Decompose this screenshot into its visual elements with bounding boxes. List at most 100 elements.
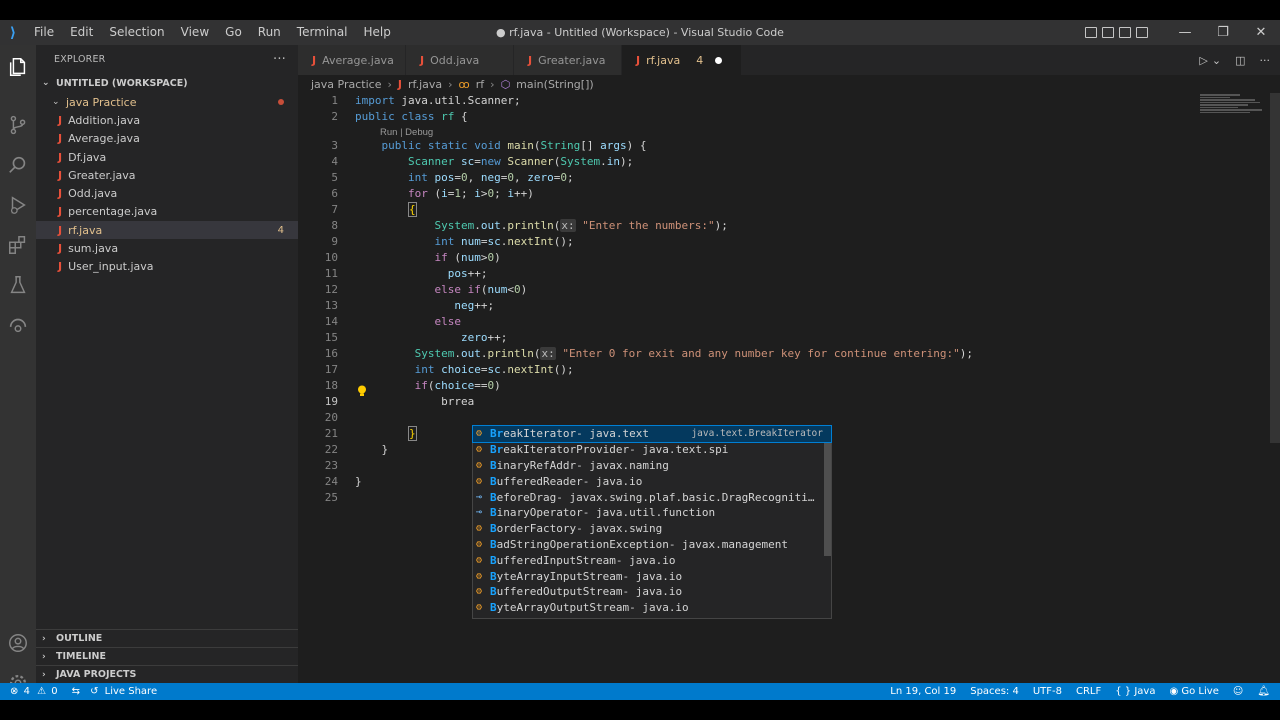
- encoding[interactable]: UTF-8: [1033, 686, 1062, 697]
- section-timeline[interactable]: › TIMELINE: [36, 647, 298, 665]
- problems-status[interactable]: ⊗ 4 ⚠ 0: [10, 686, 58, 697]
- breadcrumb-method[interactable]: main(String[]): [516, 78, 593, 91]
- menu-view[interactable]: View: [173, 20, 217, 45]
- language-mode[interactable]: { } Java: [1115, 686, 1155, 697]
- run-icon[interactable]: ▷: [1199, 54, 1207, 67]
- editor-tab[interactable]: J Average.java: [298, 45, 406, 75]
- source-control-icon[interactable]: [6, 113, 30, 137]
- java-file-icon: J: [58, 168, 63, 182]
- suggestion-item[interactable]: ⚙ BadStringOperationException - javax.man…: [473, 537, 831, 553]
- suggestion-detail: java.text.BreakIterator: [691, 428, 823, 440]
- split-editor-icon[interactable]: ◫: [1235, 54, 1245, 67]
- folder-java-practice[interactable]: ⌄ java Practice: [36, 93, 298, 111]
- explorer-icon[interactable]: [6, 55, 30, 79]
- menu-file[interactable]: File: [26, 20, 62, 45]
- extensions-icon[interactable]: [6, 233, 30, 257]
- editor-tab[interactable]: J Greater.java: [514, 45, 622, 75]
- menu-help[interactable]: Help: [356, 20, 399, 45]
- suggestion-item[interactable]: ⚙ ByteArrayInputStream - java.io: [473, 568, 831, 584]
- chevron-down-icon: ⌄: [52, 97, 60, 108]
- code-line: public class rf {: [355, 110, 468, 123]
- breadcrumb-class[interactable]: rf: [476, 78, 484, 91]
- customize-layout-icon[interactable]: [1136, 27, 1148, 38]
- toggle-panel-icon[interactable]: [1102, 27, 1114, 38]
- file-item[interactable]: J Greater.java: [36, 166, 298, 184]
- suggestion-package: - java.text: [576, 427, 649, 441]
- search-icon[interactable]: [6, 153, 30, 177]
- accounts-icon[interactable]: [6, 631, 30, 655]
- editor-tab[interactable]: Jrf.java 4: [622, 45, 742, 75]
- menu-edit[interactable]: Edit: [62, 20, 101, 45]
- editor-tab[interactable]: J Odd.java: [406, 45, 514, 75]
- suggestion-item[interactable]: ⚙ BinaryRefAddr - javax.naming: [473, 458, 831, 474]
- section-java-projects[interactable]: › JAVA PROJECTS: [36, 665, 298, 683]
- live-share-button[interactable]: ↺ Live Share: [90, 686, 157, 697]
- code-line-current: brrea: [355, 395, 475, 408]
- file-item[interactable]: J Df.java: [36, 148, 298, 166]
- minimize-icon[interactable]: —: [1166, 25, 1204, 40]
- file-item[interactable]: J Average.java: [36, 130, 298, 148]
- go-live-button[interactable]: ◉ Go Live: [1169, 686, 1218, 697]
- run-and-debug-icon[interactable]: [6, 193, 30, 217]
- toggle-secondary-sidebar-icon[interactable]: [1119, 27, 1131, 38]
- toggle-sidebar-icon[interactable]: [1085, 27, 1097, 38]
- more-actions-icon[interactable]: ···: [273, 52, 286, 67]
- suggestion-item[interactable]: ⚙ BufferedReader - java.io: [473, 473, 831, 489]
- file-item[interactable]: Jsum.java: [36, 239, 298, 257]
- restore-icon[interactable]: ❐: [1204, 25, 1242, 40]
- remote-explorer-icon[interactable]: [6, 313, 30, 337]
- language-label: Java: [1134, 686, 1156, 697]
- testing-icon[interactable]: [6, 273, 30, 297]
- activity-bar: [0, 45, 36, 692]
- file-item[interactable]: J Odd.java: [36, 184, 298, 202]
- suggestion-item[interactable]: ⊸ BeforeDrag - javax.swing.plaf.basic.Dra…: [473, 489, 831, 505]
- indentation[interactable]: Spaces: 4: [970, 686, 1019, 697]
- suggestion-item[interactable]: ⚙ ByteArrayOutputStream - java.io: [473, 600, 831, 616]
- line-number: 7: [331, 203, 338, 216]
- end-of-line[interactable]: CRLF: [1076, 686, 1101, 697]
- menu-selection[interactable]: Selection: [101, 20, 172, 45]
- file-item[interactable]: Jrf.java 4: [36, 221, 298, 240]
- suggestion-item[interactable]: ⚙ Br eakIteratorProvider - java.text.spi: [473, 442, 831, 458]
- cursor-position[interactable]: Ln 19, Col 19: [890, 686, 956, 697]
- code-line: import java.util.Scanner;: [355, 94, 521, 107]
- suggestion-item[interactable]: ⊸ BinaryOperator - java.util.function: [473, 505, 831, 521]
- breadcrumb-file[interactable]: rf.java: [408, 78, 442, 91]
- menu-terminal[interactable]: Terminal: [289, 20, 356, 45]
- suggestion-item[interactable]: ⚙ BufferedInputStream - java.io: [473, 552, 831, 568]
- editor-scrollbar[interactable]: [1270, 93, 1280, 443]
- run-dropdown-icon[interactable]: ⌄: [1212, 54, 1221, 67]
- suggestion-item[interactable]: ⚙ BorderFactory - javax.swing: [473, 521, 831, 537]
- code-line: pos++;: [447, 267, 488, 280]
- unsaved-dot-icon[interactable]: [715, 56, 723, 64]
- suggestion-item[interactable]: ⚙ Br eakIterator - java.text java.text.Brea…: [472, 425, 832, 443]
- code-line: for (i=1; i>0; i++): [407, 187, 534, 200]
- menu-run[interactable]: Run: [250, 20, 289, 45]
- menu-go[interactable]: Go: [217, 20, 250, 45]
- class-icon: ⚙: [476, 602, 483, 614]
- suggestion-item[interactable]: ⚙ BufferedOutputStream - java.io: [473, 584, 831, 600]
- breadcrumb-folder[interactable]: java Practice: [311, 78, 381, 91]
- error-count: 4: [23, 686, 30, 697]
- line-number: 16: [324, 347, 338, 360]
- file-item[interactable]: J User_input.java: [36, 258, 298, 276]
- close-icon[interactable]: ✕: [1242, 25, 1280, 40]
- code-line: public static void main(String[] args) {: [381, 139, 647, 152]
- suggestion-match: B: [490, 474, 497, 488]
- file-item[interactable]: Jpercentage.java: [36, 203, 298, 221]
- minimap[interactable]: [1200, 93, 1270, 133]
- file-item[interactable]: J Addition.java: [36, 111, 298, 129]
- chevron-right-icon: ›: [42, 651, 46, 662]
- share-icon[interactable]: ⇆: [72, 686, 80, 697]
- file-name: Odd.java: [68, 187, 118, 201]
- notifications-bell-icon[interactable]: 🔔︎: [1257, 686, 1270, 697]
- file-name: Greater.java: [68, 168, 136, 182]
- section-outline[interactable]: › OUTLINE: [36, 629, 298, 647]
- warning-icon: ⚠: [37, 686, 47, 697]
- suggestion-match: B: [490, 601, 497, 615]
- suggestion-package: - javax.management: [668, 537, 789, 551]
- line-number: 6: [331, 187, 338, 200]
- more-actions-icon[interactable]: ···: [1260, 54, 1271, 67]
- workspace-section[interactable]: ⌄ UNTITLED (WORKSPACE): [36, 73, 298, 93]
- feedback-icon[interactable]: ☺: [1233, 686, 1243, 697]
